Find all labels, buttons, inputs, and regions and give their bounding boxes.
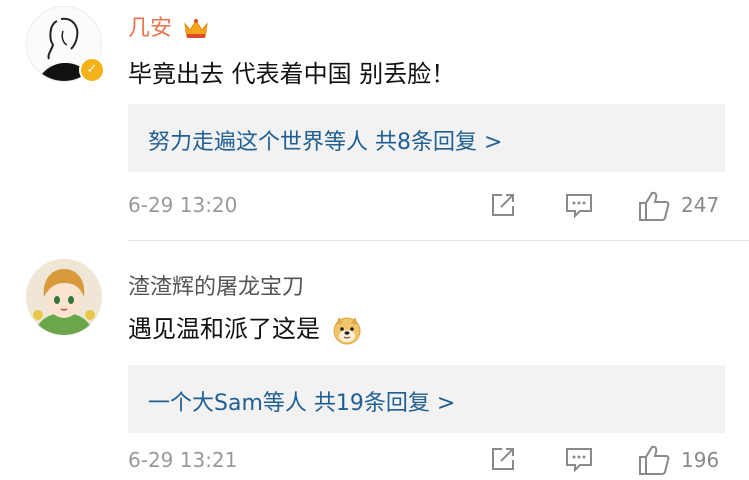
vip-crown-icon — [184, 19, 208, 38]
verified-badge-icon: ✓ — [79, 57, 105, 83]
like-icon — [639, 191, 670, 221]
share-button[interactable] — [488, 444, 518, 478]
comment-text: 遇见温和派了这是 — [128, 309, 362, 345]
replies-link[interactable]: 一个大Sam等人 共19条回复 > — [148, 385, 455, 417]
comment-text-content: 遇见温和派了这是 — [128, 315, 320, 343]
share-button[interactable] — [488, 190, 518, 224]
doge-emoji-icon — [333, 317, 361, 345]
comment-icon — [566, 448, 592, 473]
like-button[interactable] — [637, 190, 671, 226]
like-icon — [639, 445, 670, 475]
replies-link[interactable]: 努力走遍这个世界等人 共8条回复 > — [148, 124, 502, 156]
share-icon — [492, 448, 514, 470]
replies-box[interactable]: 一个大Sam等人 共19条回复 > — [128, 365, 725, 433]
like-button[interactable] — [637, 444, 671, 480]
comment-button[interactable] — [564, 190, 594, 224]
avatar-anime-girl-icon — [26, 259, 102, 335]
timestamp: 6-29 13:21 — [128, 448, 238, 472]
user-avatar[interactable] — [26, 259, 102, 335]
replies-box[interactable]: 努力走遍这个世界等人 共8条回复 > — [128, 104, 725, 172]
comment-text: 毕竟出去 代表着中国 别丢脸！ — [128, 60, 456, 88]
like-count: 247 — [681, 193, 720, 217]
username[interactable]: 几安 — [128, 10, 209, 42]
share-icon — [492, 194, 514, 216]
username[interactable]: 渣渣辉的屠龙宝刀 — [128, 269, 304, 301]
comment-item: 渣渣辉的屠龙宝刀 遇见温和派了这是 一个大Sam等人 共19条回复 > 6-29… — [0, 241, 749, 480]
comment-item: ✓ 几安 毕竟出去 代表着中国 别丢脸！ 努力走遍这个世界等人 共8条回复 > … — [0, 0, 749, 240]
username-text[interactable]: 几安 — [128, 16, 172, 41]
comment-icon — [566, 194, 592, 219]
timestamp: 6-29 13:20 — [128, 193, 238, 217]
comment-button[interactable] — [564, 444, 594, 478]
like-count: 196 — [681, 448, 720, 472]
